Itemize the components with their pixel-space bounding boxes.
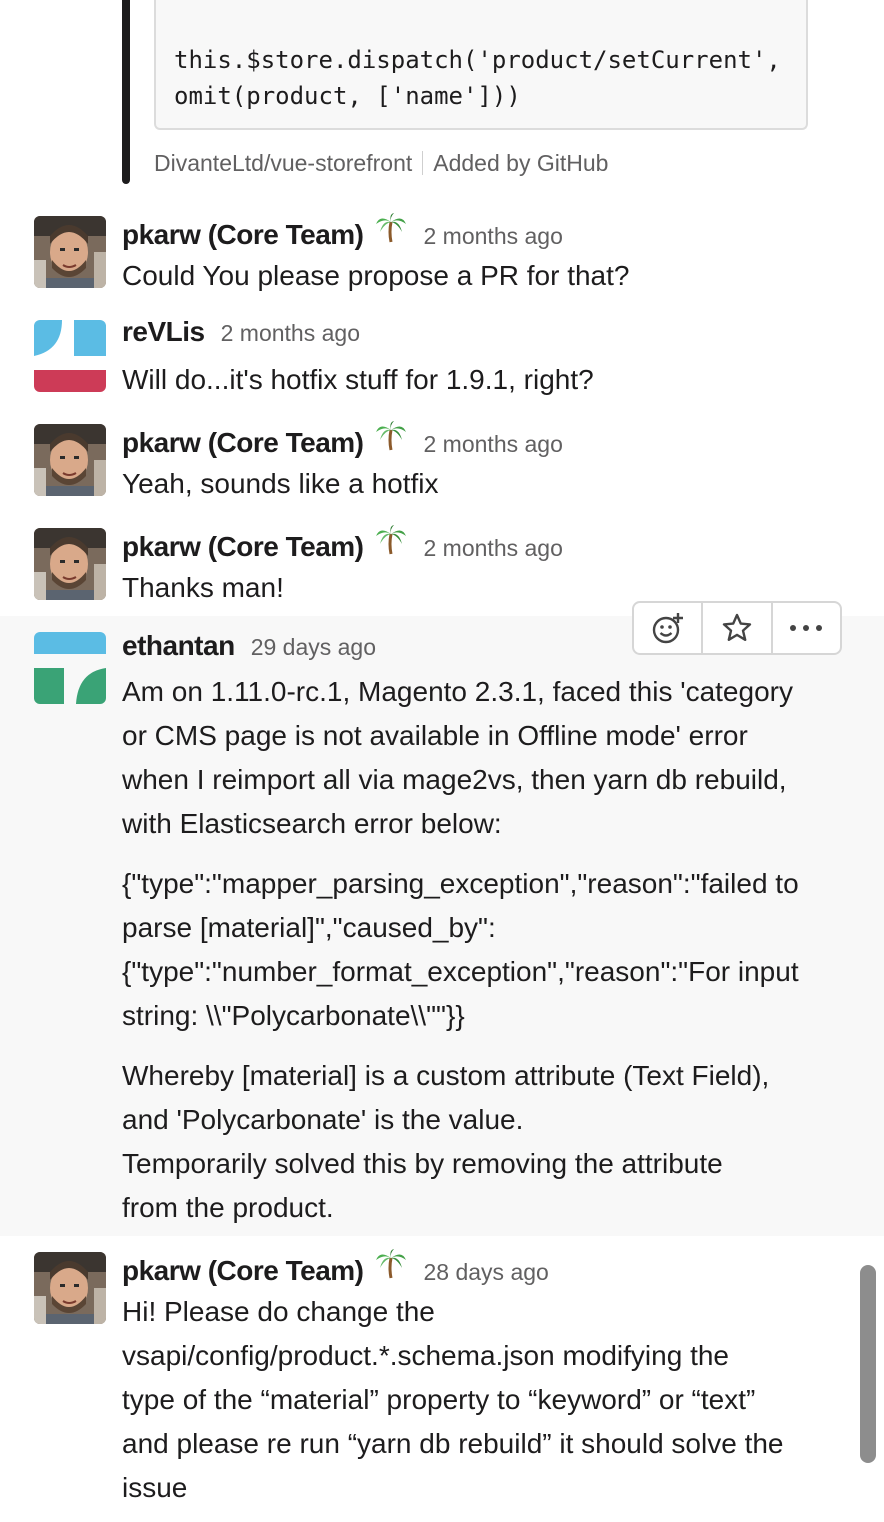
message-text: Temporarily solved this by removing the … bbox=[122, 1148, 723, 1179]
palm-tree-icon bbox=[374, 524, 408, 556]
message-header: pkarw (Core Team) 2 months ago bbox=[122, 524, 563, 563]
message-header: pkarw (Core Team) 2 months ago bbox=[122, 212, 563, 251]
add-reaction-icon bbox=[652, 613, 683, 644]
avatar-pkarw[interactable] bbox=[34, 424, 106, 496]
message-text: from the product. bbox=[122, 1192, 334, 1223]
message-text: vsapi/config/product.*.schema.json modif… bbox=[122, 1340, 729, 1371]
message-text: Whereby [material] is a custom attribute… bbox=[122, 1060, 770, 1091]
message-text: type of the “material” property to “keyw… bbox=[122, 1384, 756, 1415]
avatar-revlis[interactable] bbox=[34, 320, 106, 392]
attachment-added-by: Added by GitHub bbox=[433, 150, 609, 176]
avatar-pkarw[interactable] bbox=[34, 528, 106, 600]
code-snippet: this.$store.dispatch('product/setCurrent… bbox=[154, 0, 808, 130]
message-text: Hi! Please do change the bbox=[122, 1296, 435, 1327]
message-hovered[interactable]: ethantan 29 days ago Am on 1.11.0-rc.1, … bbox=[0, 616, 884, 1236]
message-header: pkarw (Core Team) 28 days ago bbox=[122, 1248, 549, 1287]
star-icon bbox=[722, 613, 752, 641]
avatar-pkarw[interactable] bbox=[34, 216, 106, 288]
github-attachment: this.$store.dispatch('product/setCurrent… bbox=[122, 0, 842, 184]
message-text: Yeah, sounds like a hotfix bbox=[122, 468, 439, 499]
author-name[interactable]: ethantan bbox=[122, 630, 235, 662]
message-body: Yeah, sounds like a hotfix bbox=[122, 462, 852, 506]
message-text: string: \\"Polycarbonate\\""}} bbox=[122, 1000, 465, 1031]
code-line: omit(product, ['name'])) bbox=[174, 82, 521, 110]
timestamp[interactable]: 2 months ago bbox=[221, 320, 360, 347]
message-body: Hi! Please do change the vsapi/config/pr… bbox=[122, 1290, 852, 1510]
message-header: ethantan 29 days ago bbox=[122, 630, 376, 662]
message-text: when I reimport all via mage2vs, then ya… bbox=[122, 764, 787, 795]
message-actions-toolbar bbox=[632, 601, 842, 655]
message-body: Could You please propose a PR for that? bbox=[122, 254, 852, 298]
add-reaction-button[interactable] bbox=[634, 603, 704, 653]
author-name[interactable]: pkarw (Core Team) bbox=[122, 219, 364, 251]
timestamp[interactable]: 2 months ago bbox=[424, 223, 563, 250]
avatar-pkarw[interactable] bbox=[34, 1252, 106, 1324]
message-text: issue bbox=[122, 1472, 188, 1503]
palm-tree-icon bbox=[374, 420, 408, 452]
timestamp[interactable]: 29 days ago bbox=[251, 634, 376, 661]
attachment-footer: DivanteLtd/vue-storefront Added by GitHub bbox=[154, 150, 608, 177]
footer-divider bbox=[422, 151, 424, 175]
avatar-ethantan[interactable] bbox=[34, 632, 106, 704]
author-name[interactable]: pkarw (Core Team) bbox=[122, 427, 364, 459]
timestamp[interactable]: 28 days ago bbox=[424, 1259, 549, 1286]
message-body: Will do...it's hotfix stuff for 1.9.1, r… bbox=[122, 358, 852, 402]
message[interactable]: pkarw (Core Team) 2 months ago Yeah, sou… bbox=[0, 408, 884, 512]
more-actions-button[interactable] bbox=[773, 603, 840, 653]
message-text: with Elasticsearch error below: bbox=[122, 808, 502, 839]
message-text: parse [material]","caused_by": bbox=[122, 912, 496, 943]
attachment-repo-link[interactable]: DivanteLtd/vue-storefront bbox=[154, 150, 412, 176]
message[interactable]: pkarw (Core Team) 28 days ago Hi! Please… bbox=[0, 1236, 884, 1522]
message-body: Am on 1.11.0-rc.1, Magento 2.3.1, faced … bbox=[122, 670, 852, 1230]
message-text: and 'Polycarbonate' is the value. bbox=[122, 1104, 524, 1135]
message-header: reVLis 2 months ago bbox=[122, 316, 360, 348]
palm-tree-icon bbox=[374, 1248, 408, 1280]
author-name[interactable]: pkarw (Core Team) bbox=[122, 531, 364, 563]
message-header: pkarw (Core Team) 2 months ago bbox=[122, 420, 563, 459]
message-text: Will do...it's hotfix stuff for 1.9.1, r… bbox=[122, 364, 594, 395]
message-text: and please re run “yarn db rebuild” it s… bbox=[122, 1428, 784, 1459]
message-text: Am on 1.11.0-rc.1, Magento 2.3.1, faced … bbox=[122, 676, 793, 707]
code-line: this.$store.dispatch('product/setCurrent… bbox=[174, 46, 781, 74]
timestamp[interactable]: 2 months ago bbox=[424, 535, 563, 562]
message-text: {"type":"mapper_parsing_exception","reas… bbox=[122, 868, 799, 899]
author-name[interactable]: reVLis bbox=[122, 316, 205, 348]
attachment-bar bbox=[122, 0, 130, 184]
more-actions-icon bbox=[790, 625, 823, 631]
message-text: {"type":"number_format_exception","reaso… bbox=[122, 956, 799, 987]
scrollbar-thumb[interactable] bbox=[860, 1265, 876, 1463]
author-name[interactable]: pkarw (Core Team) bbox=[122, 1255, 364, 1287]
timestamp[interactable]: 2 months ago bbox=[424, 431, 563, 458]
message[interactable]: pkarw (Core Team) 2 months ago Could You… bbox=[0, 200, 884, 304]
star-button[interactable] bbox=[703, 603, 773, 653]
palm-tree-icon bbox=[374, 212, 408, 244]
message-text: Could You please propose a PR for that? bbox=[122, 260, 630, 291]
message-text: or CMS page is not available in Offline … bbox=[122, 720, 748, 751]
message[interactable]: reVLis 2 months ago Will do...it's hotfi… bbox=[0, 304, 884, 408]
